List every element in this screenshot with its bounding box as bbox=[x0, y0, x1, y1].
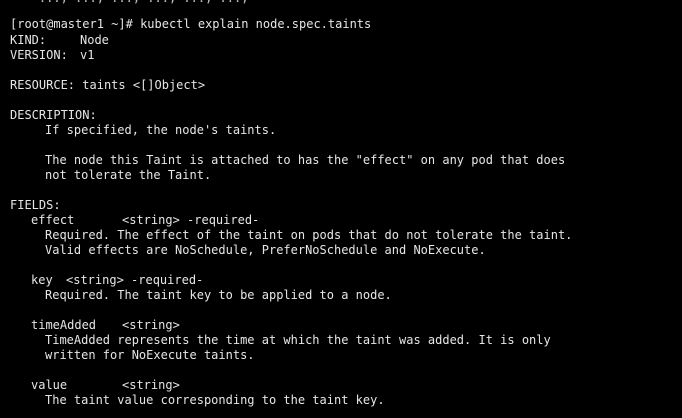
terminal-window[interactable]: ..., ..., ..., ..., ..., ..., [root@mast… bbox=[0, 0, 682, 418]
field-desc: Required. The effect of the taint on pod… bbox=[45, 228, 573, 242]
field-header-effect: effect <string> -required- bbox=[31, 213, 259, 228]
field-name: effect bbox=[31, 213, 75, 227]
shell-prompt: [root@master1 ~]# bbox=[10, 17, 133, 31]
description-line: If specified, the node's taints. bbox=[45, 123, 277, 137]
scrolled-output-line: ..., ..., ..., ..., ..., ..., bbox=[10, 0, 249, 6]
field-name: timeAdded bbox=[31, 318, 97, 332]
field-desc: Valid effects are NoSchedule, PreferNoSc… bbox=[45, 243, 486, 257]
field-desc: The taint value corresponding to the tai… bbox=[45, 393, 385, 407]
field-desc: written for NoExecute taints. bbox=[45, 348, 255, 362]
description-label: DESCRIPTION: bbox=[10, 108, 97, 122]
kind-value: Node bbox=[80, 33, 109, 47]
field-desc: Required. The taint key to be applied to… bbox=[45, 288, 392, 302]
field-type: <string> -required- bbox=[122, 213, 260, 227]
resource-line: RESOURCE: taints <[]Object> bbox=[10, 78, 205, 93]
version-line: VERSION: v1 bbox=[10, 48, 94, 63]
kind-line: KIND: Node bbox=[10, 33, 109, 48]
resource-label: RESOURCE: bbox=[10, 78, 76, 92]
description-line: not tolerate the Taint. bbox=[45, 168, 212, 182]
field-header-timeadded: timeAdded <string> bbox=[31, 318, 180, 333]
field-name: key bbox=[31, 273, 53, 287]
field-type: <string> bbox=[122, 318, 180, 332]
version-value: v1 bbox=[80, 48, 95, 62]
fields-label: FIELDS: bbox=[10, 198, 61, 212]
command-text: kubectl explain node.spec.taints bbox=[140, 17, 372, 31]
field-name: value bbox=[31, 378, 68, 392]
field-type: <string> -required- bbox=[66, 273, 204, 287]
field-desc: TimeAdded represents the time at which t… bbox=[45, 333, 551, 347]
resource-value: taints <[]Object> bbox=[82, 78, 206, 92]
field-header-key: key <string> -required- bbox=[31, 273, 203, 288]
version-label: VERSION: bbox=[10, 48, 68, 62]
kind-label: KIND: bbox=[10, 33, 47, 47]
command-line: [root@master1 ~]# kubectl explain node.s… bbox=[10, 17, 371, 32]
field-type: <string> bbox=[122, 378, 180, 392]
field-header-value: value <string> bbox=[31, 378, 180, 393]
description-line: The node this Taint is attached to has t… bbox=[45, 153, 566, 167]
